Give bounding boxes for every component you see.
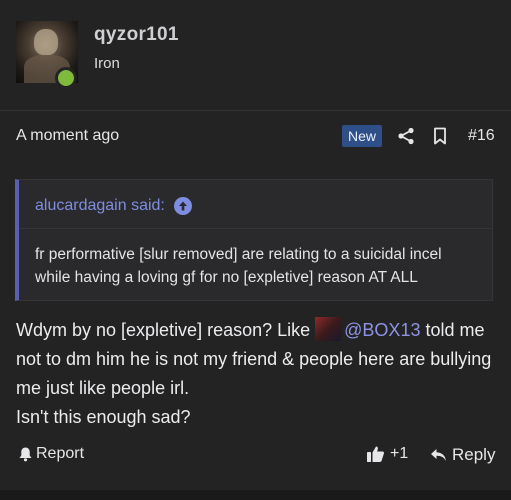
post-timestamp[interactable]: A moment ago xyxy=(16,127,119,145)
thumbs-up-icon xyxy=(367,446,385,462)
quote-block: alucardagain said: fr performative [slur… xyxy=(15,179,493,301)
new-badge: New xyxy=(342,125,383,147)
post-footer: Report +1 Reply xyxy=(0,442,511,472)
bell-icon xyxy=(19,447,32,462)
post-separator xyxy=(0,490,511,500)
bookmark-icon[interactable] xyxy=(429,125,451,147)
mention-avatar[interactable] xyxy=(315,317,342,341)
like-count: +1 xyxy=(390,445,409,462)
post-meta-row: A moment ago New #16 xyxy=(0,122,511,150)
post-message: Wdym by no [expletive] reason? Like @BOX… xyxy=(16,316,502,432)
like-button[interactable]: +1 xyxy=(366,445,408,463)
jump-to-quote-icon[interactable] xyxy=(173,197,192,215)
online-status-dot xyxy=(55,67,77,89)
share-icon[interactable] xyxy=(395,125,417,147)
post-header: qyzor101 Iron xyxy=(0,0,511,111)
quote-text: fr performative [slur removed] are relat… xyxy=(35,246,442,286)
message-text-line: Isn't this enough sad? xyxy=(16,407,191,427)
avatar-figure-head xyxy=(34,29,58,55)
report-label: Report xyxy=(36,445,85,462)
quote-author[interactable]: alucardagain said: xyxy=(35,197,165,215)
user-title: Iron xyxy=(94,55,120,72)
reply-arrow-icon xyxy=(431,449,446,461)
reply-button[interactable]: Reply xyxy=(430,445,495,465)
post-number[interactable]: #16 xyxy=(468,127,495,145)
report-button[interactable]: Report xyxy=(18,445,84,463)
user-mention-link[interactable]: @BOX13 xyxy=(344,320,420,340)
quote-divider xyxy=(19,228,492,229)
message-text-part: Wdym by no [expletive] reason? Like xyxy=(16,320,316,340)
quote-header[interactable]: alucardagain said: xyxy=(35,197,192,215)
username[interactable]: qyzor101 xyxy=(94,24,179,46)
reply-label: Reply xyxy=(452,445,496,464)
